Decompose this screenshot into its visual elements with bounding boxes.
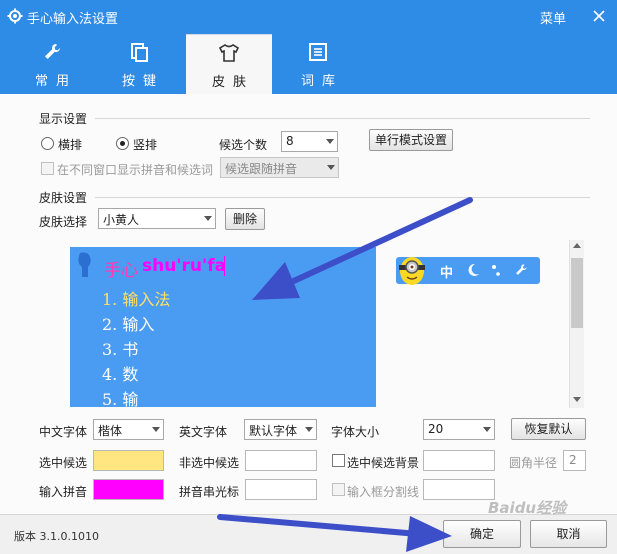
single-row-mode-button[interactable]: 单行模式设置 (369, 129, 453, 151)
title-bar: 手心输入法设置 菜单 (0, 0, 617, 34)
chevron-down-icon (204, 216, 212, 221)
selected-bg-label: 选中候选背景 (347, 456, 420, 470)
section-display: 显示设置 (39, 112, 88, 126)
corner-radius-label: 圆角半径 (509, 456, 558, 470)
select-value: 楷体 (98, 424, 123, 438)
wrench-icon (45, 44, 60, 59)
minion-icon (399, 257, 425, 285)
divider (95, 197, 590, 198)
corner-radius-input[interactable]: 2 (563, 450, 586, 471)
chevron-down-icon (305, 427, 313, 432)
preview-logo-text: 手心 (104, 261, 138, 281)
divider-color[interactable] (423, 479, 495, 500)
en-font-select[interactable]: 默认字体 (244, 419, 317, 440)
pinyin-cursor (224, 256, 225, 276)
toolbar-mode: 中 (440, 266, 454, 281)
close-icon[interactable] (592, 9, 606, 23)
tshirt-icon (219, 44, 239, 62)
book-icon (309, 43, 327, 61)
selected-bg-color[interactable] (423, 450, 495, 471)
tab-label: 皮肤 (211, 75, 254, 90)
selected-bg-checkbox[interactable] (332, 454, 345, 467)
version-text: 版本 3.1.0.1010 (14, 530, 99, 543)
unselected-candidate-label: 非选中候选 (179, 456, 240, 470)
radio-horizontal-label: 横排 (58, 138, 83, 152)
gear-icon (7, 8, 23, 24)
skin-select[interactable]: 小黄人 (98, 208, 216, 229)
chevron-down-icon (327, 165, 335, 170)
tab-label: 常用 (34, 74, 77, 89)
tab-keys[interactable]: 按键 (96, 34, 182, 94)
section-skin: 皮肤设置 (39, 191, 88, 205)
wrench-icon (516, 264, 527, 275)
tab-label: 词库 (300, 74, 343, 89)
radio-horizontal[interactable] (41, 137, 54, 150)
skin-preview: 手心 shu'ru'fa 1. 输入法 2. 输入 3. 书 4. 数 5. 输 (70, 247, 376, 407)
delete-skin-button[interactable]: 删除 (225, 208, 265, 230)
multiwin-checkbox[interactable] (41, 162, 54, 175)
radio-vertical[interactable] (116, 137, 129, 150)
input-pinyin-color[interactable] (93, 479, 164, 500)
pinyin-cursor-color[interactable] (245, 479, 317, 500)
tab-skin[interactable]: 皮肤 (186, 34, 272, 94)
preview-pinyin: shu'ru'fa (142, 256, 227, 276)
selected-candidate-color[interactable] (93, 450, 164, 471)
select-value: 8 (286, 134, 294, 148)
candidate-count-select[interactable]: 8 (281, 131, 338, 152)
candidate-selected: 1. 输入法 (102, 290, 171, 309)
chevron-down-icon (152, 427, 160, 432)
chevron-down-icon (483, 427, 491, 432)
candidate: 3. 书 (102, 340, 139, 359)
status-bar: 版本 3.1.0.1010 确定 取消 (0, 514, 617, 554)
input-pinyin-label: 输入拼音 (39, 485, 88, 499)
candidate: 4. 数 (102, 365, 139, 384)
skin-select-label: 皮肤选择 (39, 215, 88, 229)
candidate: 5. 输 (102, 390, 139, 407)
ok-button[interactable]: 确定 (443, 520, 521, 548)
toolbar-preview: 中 (396, 257, 540, 285)
restore-default-button[interactable]: 恢复默认 (511, 418, 586, 440)
divider-checkbox[interactable] (332, 483, 345, 496)
select-value: 候选跟随拼音 (225, 162, 298, 176)
font-size-label: 字体大小 (331, 425, 380, 439)
divider (95, 118, 590, 119)
selected-candidate-label: 选中候选 (39, 456, 88, 470)
font-size-select[interactable]: 20 (423, 419, 495, 440)
select-value: 小黄人 (103, 213, 140, 227)
cn-font-select[interactable]: 楷体 (93, 419, 164, 440)
scroll-up-icon[interactable] (573, 243, 581, 248)
candidate-count-label: 候选个数 (219, 138, 268, 152)
moon-icon (468, 263, 479, 276)
menu-button[interactable]: 菜单 (540, 8, 566, 27)
preview-scrollbar[interactable] (569, 240, 584, 408)
en-font-label: 英文字体 (179, 425, 228, 439)
tab-general[interactable]: 常用 (9, 34, 95, 94)
radio-vertical-label: 竖排 (133, 138, 158, 152)
follow-select[interactable]: 候选跟随拼音 (220, 157, 339, 178)
select-value: 20 (428, 422, 444, 436)
hand-logo-icon (78, 252, 91, 277)
multiwin-label: 在不同窗口显示拼音和候选词 (57, 163, 214, 177)
pinyin-cursor-label: 拼音串光标 (179, 485, 240, 499)
unselected-candidate-color[interactable] (245, 450, 317, 471)
window-title: 手心输入法设置 (27, 12, 119, 27)
select-value: 默认字体 (249, 424, 298, 438)
watermark: Baidu经验 (488, 499, 567, 517)
scroll-down-icon[interactable] (573, 397, 581, 402)
divider-label: 输入框分割线 (347, 485, 420, 499)
tab-label: 按键 (121, 74, 164, 89)
punctuation-icon (492, 265, 500, 276)
cancel-button[interactable]: 取消 (530, 520, 607, 548)
tab-dictionary[interactable]: 词库 (275, 34, 361, 94)
cn-font-label: 中文字体 (39, 425, 88, 439)
tab-bar: 常用 按键 皮肤 词库 (0, 34, 617, 94)
candidate: 2. 输入 (102, 315, 155, 334)
chevron-down-icon (326, 139, 334, 144)
scroll-thumb[interactable] (571, 258, 583, 328)
keys-icon (131, 43, 148, 62)
candidate-list: 1. 输入法 2. 输入 3. 书 4. 数 5. 输 (102, 287, 170, 407)
